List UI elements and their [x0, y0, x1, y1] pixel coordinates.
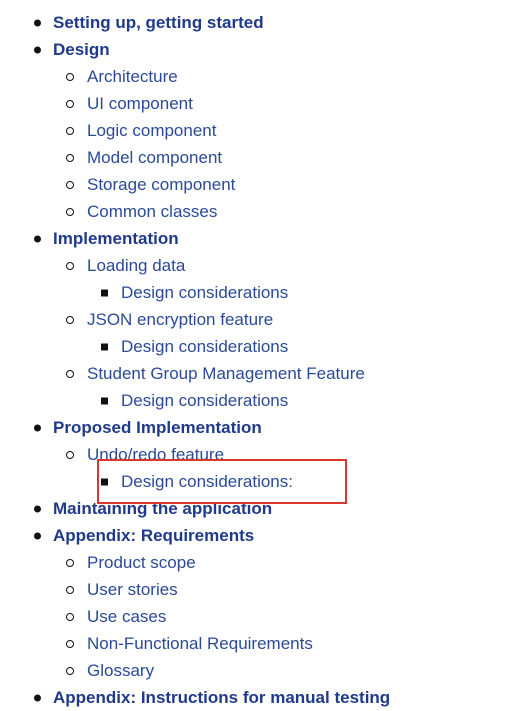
- toc-link[interactable]: Design considerations: [121, 333, 288, 360]
- toc-link[interactable]: Loading data: [87, 252, 185, 279]
- toc-item-appendix-requirements: Appendix: Requirements: [0, 522, 509, 549]
- toc-link[interactable]: Proposed Implementation: [53, 414, 262, 441]
- disc-bullet-icon: [34, 19, 41, 26]
- toc-item-proposed-implementation: Proposed Implementation: [0, 414, 509, 441]
- toc-item-use-cases: Use cases: [0, 603, 509, 630]
- toc-link[interactable]: Design considerations:: [121, 468, 293, 495]
- toc-item-design-considerations: Design considerations: [0, 333, 509, 360]
- toc-link[interactable]: Maintaining the application: [53, 495, 272, 522]
- toc-link[interactable]: Architecture: [87, 63, 178, 90]
- toc-item-product-scope: Product scope: [0, 549, 509, 576]
- toc-link[interactable]: Undo/redo feature: [87, 441, 224, 468]
- toc-link[interactable]: Implementation: [53, 225, 179, 252]
- toc-item-json-encryption-feature: JSON encryption feature: [0, 306, 509, 333]
- circle-bullet-icon: [66, 558, 74, 567]
- toc-link[interactable]: Design considerations: [121, 279, 288, 306]
- disc-bullet-icon: [34, 532, 41, 539]
- disc-bullet-icon: [34, 505, 41, 512]
- circle-bullet-icon: [66, 99, 74, 108]
- disc-bullet-icon: [34, 235, 41, 242]
- toc-item-student-group-management-feature: Student Group Management Feature: [0, 360, 509, 387]
- toc-item-architecture: Architecture: [0, 63, 509, 90]
- circle-bullet-icon: [66, 180, 74, 189]
- toc-item-user-stories: User stories: [0, 576, 509, 603]
- square-bullet-icon: [101, 343, 108, 350]
- toc-item-design: Design: [0, 36, 509, 63]
- toc-link[interactable]: Common classes: [87, 198, 217, 225]
- toc-link[interactable]: Student Group Management Feature: [87, 360, 365, 387]
- toc-item-model-component: Model component: [0, 144, 509, 171]
- disc-bullet-icon: [34, 46, 41, 53]
- toc-item-design-considerations: Design considerations: [0, 279, 509, 306]
- square-bullet-icon: [101, 397, 108, 404]
- circle-bullet-icon: [66, 72, 74, 81]
- square-bullet-icon: [101, 478, 108, 485]
- toc-item-design-considerations: Design considerations:: [0, 468, 509, 495]
- toc-item-storage-component: Storage component: [0, 171, 509, 198]
- toc-item-common-classes: Common classes: [0, 198, 509, 225]
- toc-link[interactable]: Use cases: [87, 603, 166, 630]
- circle-bullet-icon: [66, 369, 74, 378]
- circle-bullet-icon: [66, 207, 74, 216]
- circle-bullet-icon: [66, 261, 74, 270]
- toc-item-undo-redo-feature: Undo/redo feature: [0, 441, 509, 468]
- toc-link[interactable]: Logic component: [87, 117, 216, 144]
- toc-link[interactable]: Storage component: [87, 171, 235, 198]
- toc-link[interactable]: Appendix: Requirements: [53, 522, 254, 549]
- circle-bullet-icon: [66, 639, 74, 648]
- toc-link[interactable]: Model component: [87, 144, 222, 171]
- toc-link[interactable]: Setting up, getting started: [53, 9, 264, 36]
- toc-link[interactable]: UI component: [87, 90, 193, 117]
- table-of-contents: Setting up, getting started Design Archite…: [0, 9, 509, 711]
- circle-bullet-icon: [66, 585, 74, 594]
- square-bullet-icon: [101, 289, 108, 296]
- toc-link[interactable]: Design considerations: [121, 387, 288, 414]
- circle-bullet-icon: [66, 153, 74, 162]
- toc-item-ui-component: UI component: [0, 90, 509, 117]
- circle-bullet-icon: [66, 126, 74, 135]
- toc-item-loading-data: Loading data: [0, 252, 509, 279]
- toc-link[interactable]: Glossary: [87, 657, 154, 684]
- toc-link[interactable]: Design: [53, 36, 110, 63]
- circle-bullet-icon: [66, 612, 74, 621]
- toc-item-logic-component: Logic component: [0, 117, 509, 144]
- disc-bullet-icon: [34, 424, 41, 431]
- toc-item-setting-up-getting-started: Setting up, getting started: [0, 9, 509, 36]
- toc-link[interactable]: JSON encryption feature: [87, 306, 273, 333]
- toc-link[interactable]: Product scope: [87, 549, 196, 576]
- toc-item-implementation: Implementation: [0, 225, 509, 252]
- toc-link[interactable]: User stories: [87, 576, 178, 603]
- disc-bullet-icon: [34, 694, 41, 701]
- toc-item-maintaining-the-application: Maintaining the application: [0, 495, 509, 522]
- circle-bullet-icon: [66, 666, 74, 675]
- toc-item-non-functional-requirements: Non-Functional Requirements: [0, 630, 509, 657]
- toc-item-design-considerations: Design considerations: [0, 387, 509, 414]
- toc-link[interactable]: Non-Functional Requirements: [87, 630, 313, 657]
- circle-bullet-icon: [66, 450, 74, 459]
- toc-item-glossary: Glossary: [0, 657, 509, 684]
- circle-bullet-icon: [66, 315, 74, 324]
